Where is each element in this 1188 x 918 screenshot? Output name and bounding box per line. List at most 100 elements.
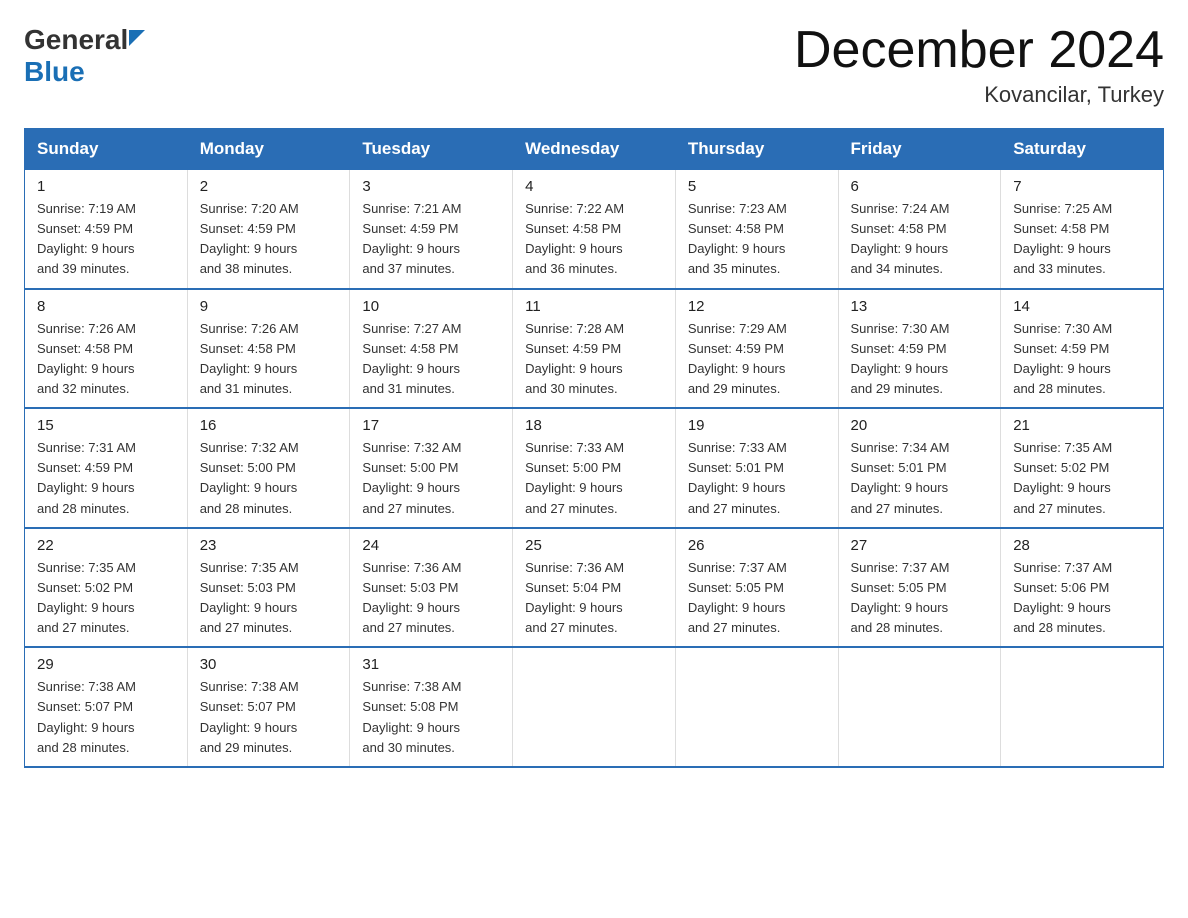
header-wednesday: Wednesday: [513, 129, 676, 170]
day-cell-6: 6 Sunrise: 7:24 AMSunset: 4:58 PMDaylight…: [838, 170, 1001, 289]
day-info: Sunrise: 7:20 AMSunset: 4:59 PMDaylight:…: [200, 199, 338, 280]
day-number: 26: [688, 537, 826, 554]
logo-blue-text: Blue: [24, 58, 85, 86]
day-number: 24: [362, 537, 500, 554]
day-info: Sunrise: 7:35 AMSunset: 5:02 PMDaylight:…: [1013, 438, 1151, 519]
day-cell-26: 26 Sunrise: 7:37 AMSunset: 5:05 PMDayligh…: [675, 528, 838, 648]
day-number: 2: [200, 178, 338, 195]
day-cell-31: 31 Sunrise: 7:38 AMSunset: 5:08 PMDayligh…: [350, 647, 513, 767]
day-info: Sunrise: 7:38 AMSunset: 5:07 PMDaylight:…: [37, 677, 175, 758]
day-number: 21: [1013, 417, 1151, 434]
day-cell-29: 29 Sunrise: 7:38 AMSunset: 5:07 PMDayligh…: [25, 647, 188, 767]
day-info: Sunrise: 7:21 AMSunset: 4:59 PMDaylight:…: [362, 199, 500, 280]
day-number: 14: [1013, 298, 1151, 315]
day-cell-22: 22 Sunrise: 7:35 AMSunset: 5:02 PMDayligh…: [25, 528, 188, 648]
day-number: 13: [851, 298, 989, 315]
day-info: Sunrise: 7:31 AMSunset: 4:59 PMDaylight:…: [37, 438, 175, 519]
day-cell-17: 17 Sunrise: 7:32 AMSunset: 5:00 PMDayligh…: [350, 408, 513, 528]
day-number: 10: [362, 298, 500, 315]
day-number: 6: [851, 178, 989, 195]
calendar-header-row: SundayMondayTuesdayWednesdayThursdayFrid…: [25, 129, 1164, 170]
day-info: Sunrise: 7:37 AMSunset: 5:05 PMDaylight:…: [688, 558, 826, 639]
header-saturday: Saturday: [1001, 129, 1164, 170]
day-info: Sunrise: 7:38 AMSunset: 5:08 PMDaylight:…: [362, 677, 500, 758]
logo: General Blue: [24, 24, 145, 86]
location-text: Kovancilar, Turkey: [794, 82, 1164, 108]
week-row-4: 22 Sunrise: 7:35 AMSunset: 5:02 PMDayligh…: [25, 528, 1164, 648]
day-info: Sunrise: 7:25 AMSunset: 4:58 PMDaylight:…: [1013, 199, 1151, 280]
day-cell-3: 3Sunrise: 7:21 AMSunset: 4:59 PMDaylight…: [350, 170, 513, 289]
day-cell-empty: [513, 647, 676, 767]
header-sunday: Sunday: [25, 129, 188, 170]
day-info: Sunrise: 7:27 AMSunset: 4:58 PMDaylight:…: [362, 319, 500, 400]
day-info: Sunrise: 7:29 AMSunset: 4:59 PMDaylight:…: [688, 319, 826, 400]
day-cell-27: 27 Sunrise: 7:37 AMSunset: 5:05 PMDayligh…: [838, 528, 1001, 648]
day-info: Sunrise: 7:35 AMSunset: 5:03 PMDaylight:…: [200, 558, 338, 639]
day-number: 23: [200, 537, 338, 554]
day-info: Sunrise: 7:33 AMSunset: 5:01 PMDaylight:…: [688, 438, 826, 519]
header-friday: Friday: [838, 129, 1001, 170]
week-row-3: 15 Sunrise: 7:31 AMSunset: 4:59 PMDayligh…: [25, 408, 1164, 528]
day-info: Sunrise: 7:28 AMSunset: 4:59 PMDaylight:…: [525, 319, 663, 400]
day-info: Sunrise: 7:37 AMSunset: 5:05 PMDaylight:…: [851, 558, 989, 639]
day-cell-19: 19 Sunrise: 7:33 AMSunset: 5:01 PMDayligh…: [675, 408, 838, 528]
day-number: 15: [37, 417, 175, 434]
day-cell-15: 15 Sunrise: 7:31 AMSunset: 4:59 PMDayligh…: [25, 408, 188, 528]
day-number: 25: [525, 537, 663, 554]
day-info: Sunrise: 7:33 AMSunset: 5:00 PMDaylight:…: [525, 438, 663, 519]
day-number: 19: [688, 417, 826, 434]
day-cell-5: 5Sunrise: 7:23 AMSunset: 4:58 PMDaylight…: [675, 170, 838, 289]
logo-triangle-icon: [129, 30, 145, 46]
day-number: 12: [688, 298, 826, 315]
day-number: 17: [362, 417, 500, 434]
day-cell-10: 10 Sunrise: 7:27 AMSunset: 4:58 PMDayligh…: [350, 289, 513, 409]
day-cell-2: 2 Sunrise: 7:20 AMSunset: 4:59 PMDaylight…: [187, 170, 350, 289]
day-info: Sunrise: 7:23 AMSunset: 4:58 PMDaylight:…: [688, 199, 826, 280]
day-number: 29: [37, 656, 175, 673]
page-header: General Blue December 2024 Kovancilar, T…: [24, 24, 1164, 108]
day-number: 7: [1013, 178, 1151, 195]
day-cell-8: 8Sunrise: 7:26 AMSunset: 4:58 PMDaylight…: [25, 289, 188, 409]
day-number: 11: [525, 298, 663, 315]
day-number: 16: [200, 417, 338, 434]
day-cell-20: 20Sunrise: 7:34 AMSunset: 5:01 PMDayligh…: [838, 408, 1001, 528]
day-cell-13: 13 Sunrise: 7:30 AMSunset: 4:59 PMDayligh…: [838, 289, 1001, 409]
day-cell-25: 25Sunrise: 7:36 AMSunset: 5:04 PMDayligh…: [513, 528, 676, 648]
day-info: Sunrise: 7:37 AMSunset: 5:06 PMDaylight:…: [1013, 558, 1151, 639]
day-cell-24: 24 Sunrise: 7:36 AMSunset: 5:03 PMDayligh…: [350, 528, 513, 648]
day-number: 27: [851, 537, 989, 554]
header-monday: Monday: [187, 129, 350, 170]
day-number: 4: [525, 178, 663, 195]
day-cell-11: 11 Sunrise: 7:28 AMSunset: 4:59 PMDayligh…: [513, 289, 676, 409]
day-info: Sunrise: 7:24 AMSunset: 4:58 PMDaylight:…: [851, 199, 989, 280]
day-number: 30: [200, 656, 338, 673]
day-info: Sunrise: 7:36 AMSunset: 5:03 PMDaylight:…: [362, 558, 500, 639]
week-row-5: 29 Sunrise: 7:38 AMSunset: 5:07 PMDayligh…: [25, 647, 1164, 767]
day-info: Sunrise: 7:35 AMSunset: 5:02 PMDaylight:…: [37, 558, 175, 639]
day-cell-12: 12 Sunrise: 7:29 AMSunset: 4:59 PMDayligh…: [675, 289, 838, 409]
header-tuesday: Tuesday: [350, 129, 513, 170]
day-info: Sunrise: 7:32 AMSunset: 5:00 PMDaylight:…: [362, 438, 500, 519]
day-info: Sunrise: 7:22 AMSunset: 4:58 PMDaylight:…: [525, 199, 663, 280]
day-info: Sunrise: 7:30 AMSunset: 4:59 PMDaylight:…: [1013, 319, 1151, 400]
day-number: 22: [37, 537, 175, 554]
day-cell-14: 14 Sunrise: 7:30 AMSunset: 4:59 PMDayligh…: [1001, 289, 1164, 409]
day-number: 31: [362, 656, 500, 673]
day-cell-16: 16Sunrise: 7:32 AMSunset: 5:00 PMDayligh…: [187, 408, 350, 528]
header-thursday: Thursday: [675, 129, 838, 170]
day-number: 1: [37, 178, 175, 195]
week-row-2: 8 Sunrise: 7:26 AMSunset: 4:58 PMDaylight…: [25, 289, 1164, 409]
day-number: 28: [1013, 537, 1151, 554]
day-number: 20: [851, 417, 989, 434]
week-row-1: 1Sunrise: 7:19 AMSunset: 4:59 PMDaylight…: [25, 170, 1164, 289]
day-info: Sunrise: 7:30 AMSunset: 4:59 PMDaylight:…: [851, 319, 989, 400]
day-cell-7: 7 Sunrise: 7:25 AMSunset: 4:58 PMDaylight…: [1001, 170, 1164, 289]
day-cell-empty: [1001, 647, 1164, 767]
day-cell-30: 30Sunrise: 7:38 AMSunset: 5:07 PMDayligh…: [187, 647, 350, 767]
day-cell-9: 9 Sunrise: 7:26 AMSunset: 4:58 PMDaylight…: [187, 289, 350, 409]
day-number: 8: [37, 298, 175, 315]
day-cell-28: 28 Sunrise: 7:37 AMSunset: 5:06 PMDayligh…: [1001, 528, 1164, 648]
day-number: 9: [200, 298, 338, 315]
day-info: Sunrise: 7:26 AMSunset: 4:58 PMDaylight:…: [200, 319, 338, 400]
logo-general-text: General: [24, 24, 145, 56]
